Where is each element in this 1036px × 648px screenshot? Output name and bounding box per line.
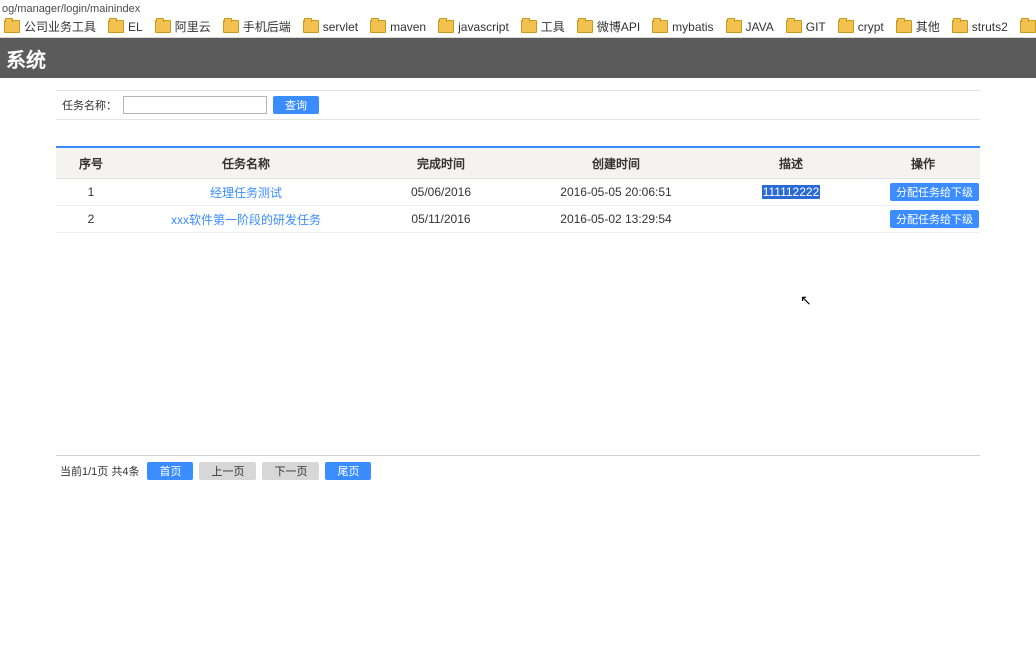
task-name-input[interactable]	[123, 96, 267, 114]
folder-icon	[4, 20, 20, 33]
bookmark-item[interactable]: 公司业务工具	[4, 18, 96, 35]
cell-seq: 1	[56, 179, 126, 206]
table-row: 2 xxx软件第一阶段的研发任务 05/11/20162016-05-02 13:2…	[56, 206, 980, 233]
folder-icon	[108, 20, 124, 33]
bookmark-label: 微博API	[597, 18, 640, 35]
bookmark-label: javascript	[458, 20, 509, 34]
cell-seq: 2	[56, 206, 126, 233]
bookmark-item[interactable]: javascript	[438, 20, 509, 34]
folder-icon	[370, 20, 386, 33]
column-header: 序号	[56, 148, 126, 179]
search-label: 任务名称：	[62, 97, 117, 113]
next-page-button[interactable]: 下一页	[262, 462, 319, 480]
folder-icon	[1020, 20, 1036, 33]
column-header: 描述	[716, 148, 866, 179]
folder-icon	[896, 20, 912, 33]
bookmark-item[interactable]: 工具	[521, 18, 565, 35]
folder-icon	[952, 20, 968, 33]
bookmark-label: servlet	[323, 20, 358, 34]
bookmark-label: 手机后端	[243, 18, 291, 35]
mouse-cursor-icon: ↖	[800, 292, 812, 309]
bookmark-item[interactable]: GIT	[786, 20, 826, 34]
cell-action: 分配任务给下级	[866, 206, 980, 233]
bookmark-item[interactable]: struts2	[952, 20, 1008, 34]
cell-create-time: 2016-05-02 13:29:54	[516, 206, 716, 233]
bookmark-label: JAVA	[746, 20, 774, 34]
bookmark-item[interactable]: maven	[370, 20, 426, 34]
cell-name: 经理任务测试	[126, 179, 366, 206]
folder-icon	[652, 20, 668, 33]
cell-action: 分配任务给下级	[866, 179, 980, 206]
query-button[interactable]: 查询	[273, 96, 319, 114]
first-page-button[interactable]: 首页	[147, 462, 193, 480]
bookmark-label: 其他	[916, 18, 940, 35]
table-row: 1 经理任务测试 05/06/20162016-05-05 20:06:51 1111…	[56, 179, 980, 206]
page-header: 系统	[0, 38, 1036, 78]
folder-icon	[838, 20, 854, 33]
cell-desc: 111112222	[716, 179, 866, 206]
cell-name: xxx软件第一阶段的研发任务	[126, 206, 366, 233]
bookmark-item[interactable]: 手机后端	[223, 18, 291, 35]
bookmark-label: maven	[390, 20, 426, 34]
bookmark-label: struts2	[972, 20, 1008, 34]
task-table-wrap: 序号任务名称完成时间创建时间描述操作 1 经理任务测试 05/06/20162016…	[56, 146, 980, 233]
bookmark-item[interactable]: mybatis	[652, 20, 713, 34]
task-name-link[interactable]: xxx软件第一阶段的研发任务	[171, 213, 321, 227]
task-name-link[interactable]: 经理任务测试	[210, 186, 282, 200]
search-bar: 任务名称： 查询	[56, 90, 980, 120]
page-info: 当前1/1页 共4条	[60, 463, 139, 479]
bookmark-item[interactable]: 阿里云	[155, 18, 211, 35]
bookmark-item[interactable]: crypt	[838, 20, 884, 34]
folder-icon	[155, 20, 171, 33]
folder-icon	[223, 20, 239, 33]
address-bar: og/manager/login/mainindex	[0, 0, 1036, 16]
folder-icon	[303, 20, 319, 33]
bookmark-item[interactable]: EL	[108, 20, 143, 34]
column-header: 完成时间	[366, 148, 516, 179]
column-header: 创建时间	[516, 148, 716, 179]
folder-icon	[577, 20, 593, 33]
assign-task-button[interactable]: 分配任务给下级	[890, 210, 979, 228]
bookmark-item[interactable]: servlet	[303, 20, 358, 34]
bookmark-label: 阿里云	[175, 18, 211, 35]
bookmark-label: EL	[128, 20, 143, 34]
bookmark-label: 工具	[541, 18, 565, 35]
bookmark-label: crypt	[858, 20, 884, 34]
pagination-bar: 当前1/1页 共4条 首页 上一页 下一页 尾页	[56, 455, 980, 486]
prev-page-button[interactable]: 上一页	[199, 462, 256, 480]
cell-desc	[716, 206, 866, 233]
desc-text: 111112222	[762, 185, 821, 199]
cell-complete-time: 05/06/2016	[366, 179, 516, 206]
folder-icon	[521, 20, 537, 33]
task-table: 序号任务名称完成时间创建时间描述操作 1 经理任务测试 05/06/20162016…	[56, 148, 980, 233]
last-page-button[interactable]: 尾页	[325, 462, 371, 480]
bookmark-item[interactable]: 感兴趣	[1020, 18, 1036, 35]
folder-icon	[786, 20, 802, 33]
cell-create-time: 2016-05-05 20:06:51	[516, 179, 716, 206]
folder-icon	[726, 20, 742, 33]
folder-icon	[438, 20, 454, 33]
cell-complete-time: 05/11/2016	[366, 206, 516, 233]
bookmark-item[interactable]: 微博API	[577, 18, 640, 35]
bookmark-item[interactable]: 其他	[896, 18, 940, 35]
bookmark-label: 公司业务工具	[24, 18, 96, 35]
bookmarks-bar: 公司业务工具 EL 阿里云 手机后端 servlet maven javascript 工具 微…	[0, 16, 1036, 38]
column-header: 任务名称	[126, 148, 366, 179]
bookmark-label: mybatis	[672, 20, 713, 34]
assign-task-button[interactable]: 分配任务给下级	[890, 183, 979, 201]
column-header: 操作	[866, 148, 980, 179]
bookmark-label: GIT	[806, 20, 826, 34]
header-title: 系统	[6, 44, 46, 73]
bookmark-item[interactable]: JAVA	[726, 20, 774, 34]
